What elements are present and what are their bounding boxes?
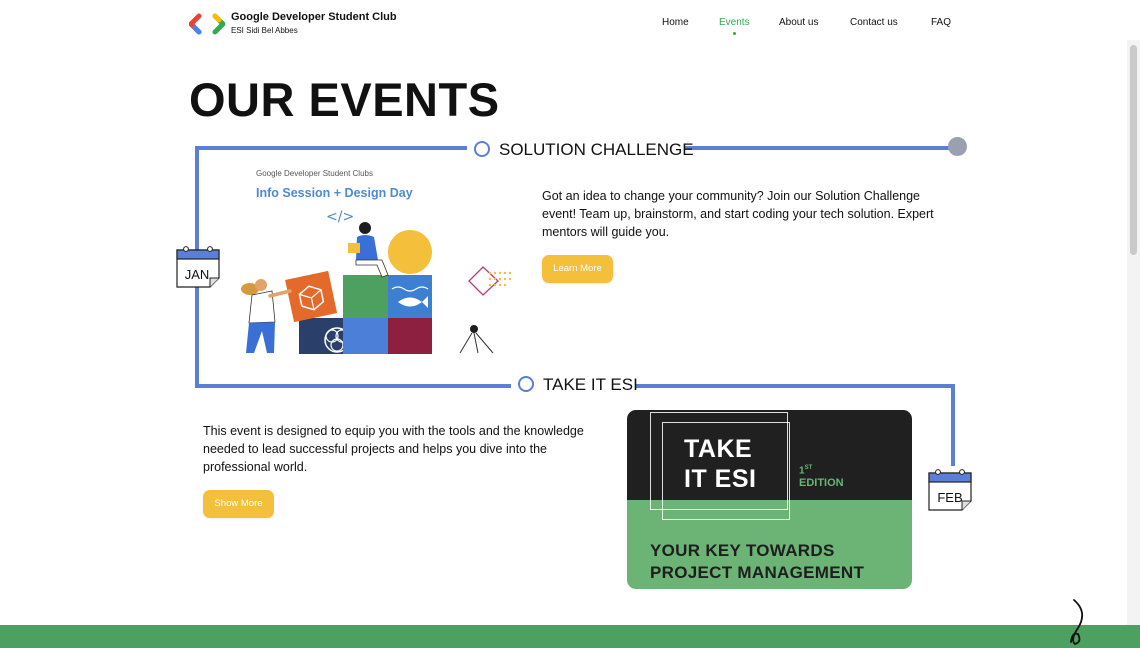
poster-subtitle: YOUR KEY TOWARDS PROJECT MANAGEMENT xyxy=(650,540,864,584)
timeline-line xyxy=(951,384,955,466)
timeline-line xyxy=(195,384,511,388)
nav-faq[interactable]: FAQ xyxy=(931,17,951,28)
poster-title-line1: TAKE xyxy=(684,435,753,463)
take-it-esi-description: This event is designed to equip you with… xyxy=(203,424,584,474)
calendar-month-jan: JAN xyxy=(185,267,210,282)
take-it-esi-poster: TAKE IT ESI 1ST EDITION YOUR KEY TOWARDS… xyxy=(627,410,912,589)
nav-active-indicator xyxy=(733,32,736,35)
poster-title-line2: IT ESI xyxy=(684,465,757,493)
poster-edition-label: EDITION xyxy=(799,477,844,489)
solution-challenge-illustration: Google Developer Student Clubs Info Sess… xyxy=(241,169,512,354)
illustration-top-text: Google Developer Student Clubs xyxy=(256,169,373,178)
show-more-button[interactable]: Show More xyxy=(203,490,274,518)
poster-subtitle-line1: YOUR KEY TOWARDS xyxy=(650,541,835,560)
nav-events[interactable]: Events xyxy=(719,17,750,28)
event-title-solution-challenge: SOLUTION CHALLENGE xyxy=(499,140,694,159)
gdsc-logo-icon xyxy=(189,13,226,35)
poster-edition-number: 1ST xyxy=(799,465,812,476)
brand-subtitle: ESI Sidi Bel Abbes xyxy=(231,26,298,35)
calendar-month-feb: FEB xyxy=(937,490,962,505)
timeline-marker xyxy=(474,141,490,157)
timeline-line xyxy=(195,146,467,150)
illustration-title: Info Session + Design Day xyxy=(256,186,413,200)
footer-bar xyxy=(0,625,1140,648)
timeline-end-dot xyxy=(948,137,967,156)
timeline-line xyxy=(635,384,955,388)
calendar-icon: JAN xyxy=(176,246,220,288)
calendar-icon: FEB xyxy=(928,469,972,511)
nav-home[interactable]: Home xyxy=(662,17,689,28)
scrollbar-thumb[interactable] xyxy=(1130,45,1137,255)
timeline-line xyxy=(684,146,949,150)
learn-more-button[interactable]: Learn More xyxy=(542,255,613,283)
solution-challenge-description: Got an idea to change your community? Jo… xyxy=(542,189,934,239)
squiggle-decoration-icon xyxy=(1070,599,1084,645)
page-title: OUR EVENTS xyxy=(189,73,500,126)
poster-subtitle-line2: PROJECT MANAGEMENT xyxy=(650,563,865,582)
brand-title: Google Developer Student Club xyxy=(231,11,397,23)
event-title-take-it-esi: TAKE IT ESI xyxy=(543,375,638,394)
code-brackets-icon: </> xyxy=(326,209,354,225)
timeline-marker xyxy=(518,376,534,392)
nav-about-us[interactable]: About us xyxy=(779,17,818,28)
poster-title: TAKE IT ESI xyxy=(684,434,756,494)
edition-suffix: ST xyxy=(804,465,813,471)
nav-contact-us[interactable]: Contact us xyxy=(850,17,898,28)
